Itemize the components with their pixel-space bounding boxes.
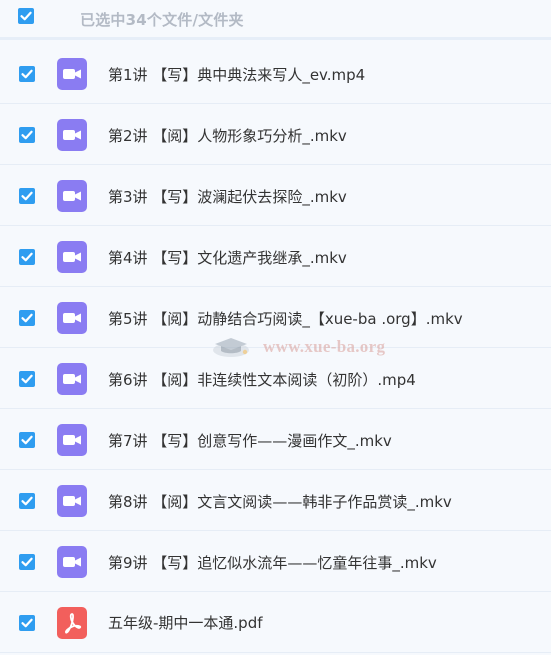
file-list-panel: 已选中34个文件/文件夹 第1讲 【写】典中典法来写人_ev.mp4 第2讲 【… bbox=[0, 0, 551, 655]
video-file-icon bbox=[57, 546, 87, 578]
file-row[interactable]: 第7讲 【写】创意写作——漫画作文_.mkv bbox=[0, 409, 551, 470]
file-name[interactable]: 第4讲 【写】文化遗产我继承_.mkv bbox=[108, 247, 347, 268]
file-name[interactable]: 第1讲 【写】典中典法来写人_ev.mp4 bbox=[108, 64, 365, 85]
checkmark-icon bbox=[21, 435, 33, 445]
file-name[interactable]: 第6讲 【阅】非连续性文本阅读（初阶）.mp4 bbox=[108, 369, 416, 390]
video-file-icon bbox=[57, 424, 87, 456]
pdf-file-icon bbox=[57, 607, 87, 639]
video-file-icon bbox=[57, 58, 87, 90]
file-name[interactable]: 第9讲 【写】追忆似水流年——忆童年往事_.mkv bbox=[108, 552, 437, 573]
row-checkbox[interactable] bbox=[19, 371, 35, 387]
file-name[interactable]: 第5讲 【阅】动静结合巧阅读_【xue-ba .org】.mkv bbox=[108, 308, 463, 329]
file-name[interactable]: 第8讲 【阅】文言文阅读——韩非子作品赏读_.mkv bbox=[108, 491, 452, 512]
row-checkbox[interactable] bbox=[19, 66, 35, 82]
checkmark-icon bbox=[21, 130, 33, 140]
row-checkbox[interactable] bbox=[19, 493, 35, 509]
select-all-checkbox[interactable] bbox=[18, 8, 34, 24]
checkmark-icon bbox=[21, 496, 33, 506]
row-checkbox[interactable] bbox=[19, 249, 35, 265]
file-row[interactable]: 第1讲 【写】典中典法来写人_ev.mp4 bbox=[0, 43, 551, 104]
video-file-icon bbox=[57, 241, 87, 273]
file-row[interactable]: 第6讲 【阅】非连续性文本阅读（初阶）.mp4 bbox=[0, 348, 551, 409]
video-file-icon bbox=[57, 180, 87, 212]
video-file-icon bbox=[57, 363, 87, 395]
checkmark-icon bbox=[21, 313, 33, 323]
row-checkbox[interactable] bbox=[19, 554, 35, 570]
checkmark-icon bbox=[21, 618, 33, 628]
file-row[interactable]: 第3讲 【写】波澜起伏去探险_.mkv bbox=[0, 165, 551, 226]
video-file-icon bbox=[57, 485, 87, 517]
video-file-icon bbox=[57, 302, 87, 334]
file-row[interactable]: 第4讲 【写】文化遗产我继承_.mkv bbox=[0, 226, 551, 287]
row-checkbox[interactable] bbox=[19, 310, 35, 326]
checkmark-icon bbox=[21, 374, 33, 384]
file-row[interactable]: 五年级-期中一本通.pdf bbox=[0, 592, 551, 653]
selection-header: 已选中34个文件/文件夹 bbox=[0, 0, 551, 40]
checkmark-icon bbox=[20, 11, 32, 21]
checkmark-icon bbox=[21, 252, 33, 262]
row-checkbox[interactable] bbox=[19, 127, 35, 143]
file-name[interactable]: 第7讲 【写】创意写作——漫画作文_.mkv bbox=[108, 430, 392, 451]
file-row[interactable]: 第9讲 【写】追忆似水流年——忆童年往事_.mkv bbox=[0, 531, 551, 592]
video-file-icon bbox=[57, 119, 87, 151]
checkmark-icon bbox=[21, 191, 33, 201]
file-row[interactable]: 第5讲 【阅】动静结合巧阅读_【xue-ba .org】.mkv bbox=[0, 287, 551, 348]
file-row[interactable]: 第2讲 【阅】人物形象巧分析_.mkv bbox=[0, 104, 551, 165]
checkmark-icon bbox=[21, 557, 33, 567]
file-name[interactable]: 五年级-期中一本通.pdf bbox=[108, 612, 263, 633]
row-checkbox[interactable] bbox=[19, 615, 35, 631]
file-name[interactable]: 第2讲 【阅】人物形象巧分析_.mkv bbox=[108, 125, 347, 146]
row-checkbox[interactable] bbox=[19, 432, 35, 448]
row-checkbox[interactable] bbox=[19, 188, 35, 204]
file-list: 第1讲 【写】典中典法来写人_ev.mp4 第2讲 【阅】人物形象巧分析_.mk… bbox=[0, 43, 551, 653]
selection-count-text: 已选中34个文件/文件夹 bbox=[80, 11, 244, 29]
file-row[interactable]: 第8讲 【阅】文言文阅读——韩非子作品赏读_.mkv bbox=[0, 470, 551, 531]
file-name[interactable]: 第3讲 【写】波澜起伏去探险_.mkv bbox=[108, 186, 347, 207]
checkmark-icon bbox=[21, 69, 33, 79]
